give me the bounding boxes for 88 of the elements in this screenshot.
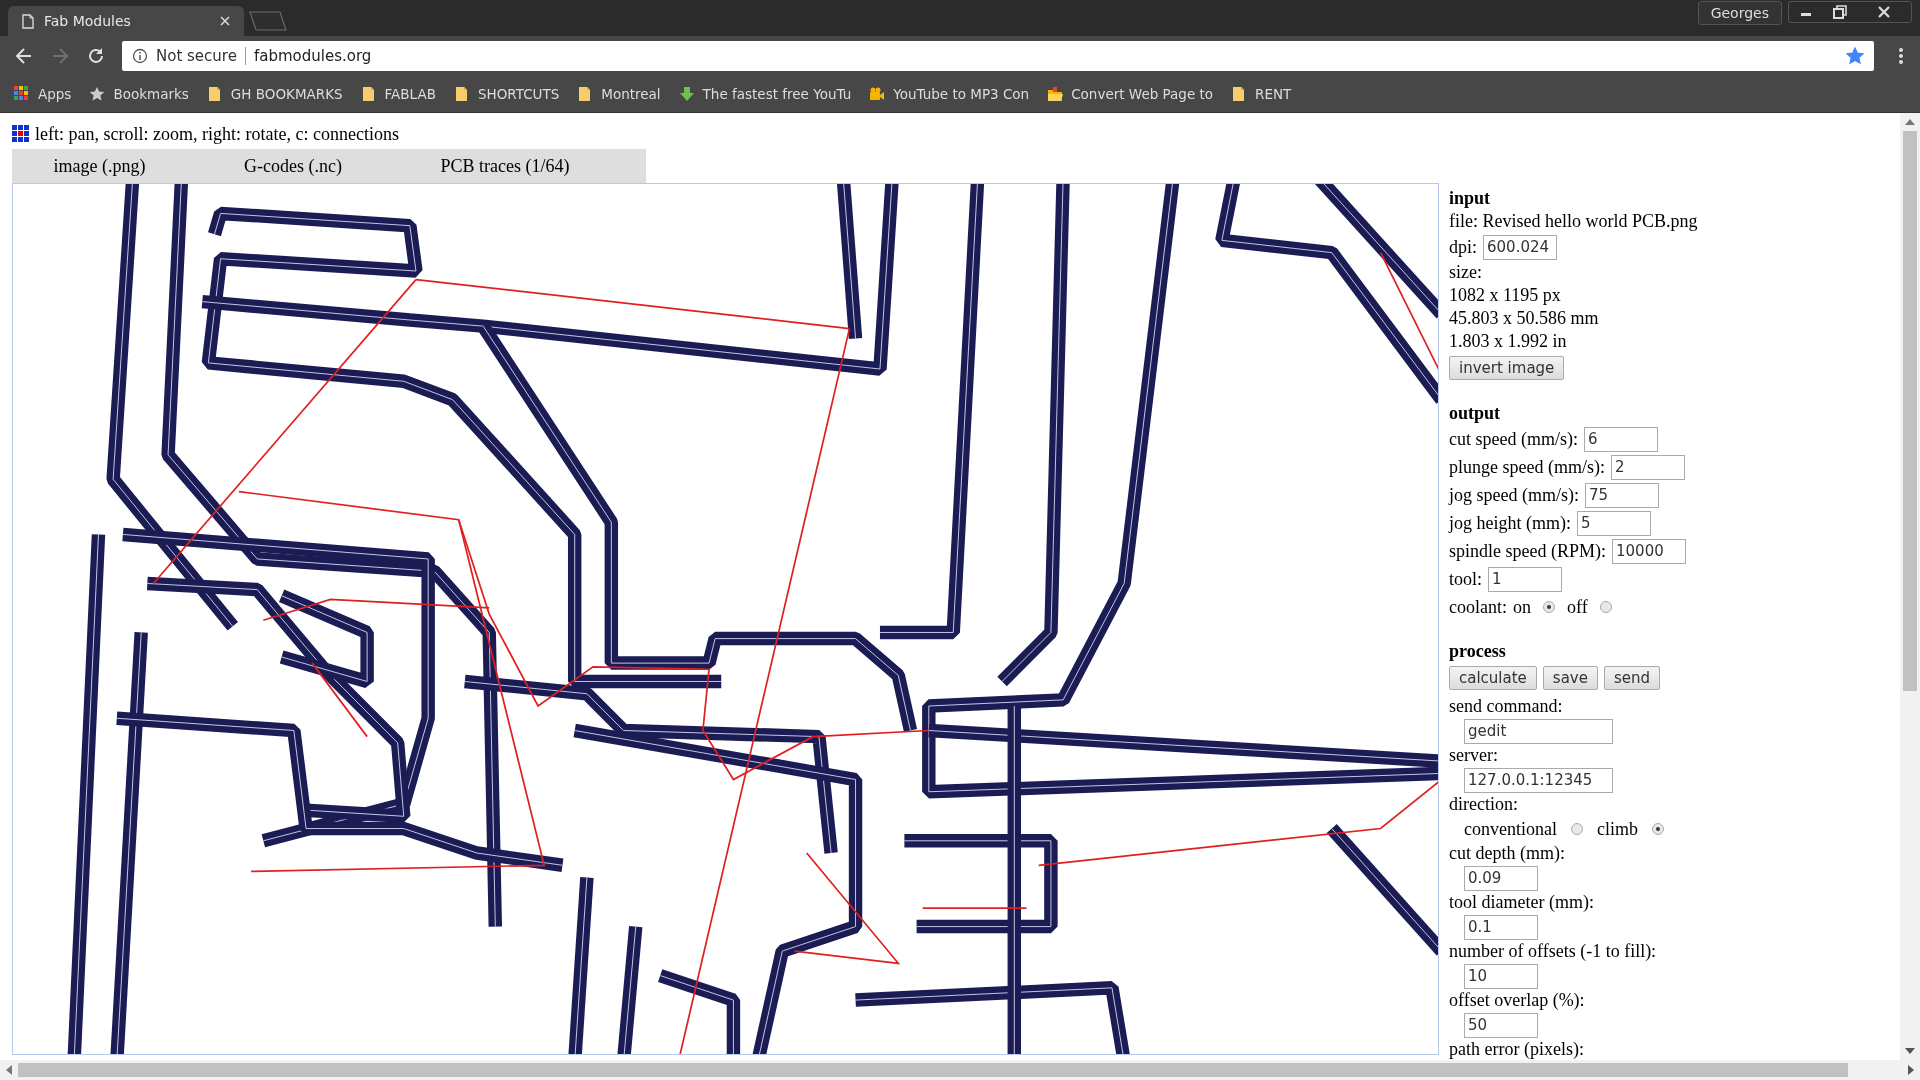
grid-logo-icon bbox=[12, 125, 30, 143]
text-field[interactable]: 10 bbox=[1464, 963, 1538, 989]
radio-button[interactable] bbox=[1599, 601, 1612, 613]
field-label: dpi: bbox=[1449, 235, 1477, 259]
bookmark-item[interactable]: Convert Web Page to bbox=[1047, 86, 1214, 102]
info-text: 45.803 x 50.586 mm bbox=[1449, 307, 1600, 330]
field-label: tool: bbox=[1449, 567, 1482, 591]
vertical-scrollbar[interactable] bbox=[1900, 113, 1920, 1060]
reload-icon[interactable] bbox=[86, 46, 106, 66]
field-label: jog height (mm): bbox=[1449, 511, 1571, 535]
field-label: offset overlap (%): bbox=[1449, 989, 1586, 1012]
browser-tab[interactable]: Fab Modules bbox=[8, 6, 244, 36]
field-label: server: bbox=[1449, 744, 1499, 767]
bookmark-item[interactable]: Bookmarks bbox=[89, 86, 189, 102]
text-field[interactable]: 0.09 bbox=[1464, 865, 1538, 891]
scroll-thumb[interactable] bbox=[18, 1063, 1848, 1077]
address-bar[interactable]: Not secure fabmodules.org bbox=[122, 41, 1874, 71]
bookmark-item[interactable]: The fastest free YouTu bbox=[678, 86, 852, 102]
panel-button[interactable]: calculate bbox=[1449, 666, 1537, 690]
text-field[interactable]: 127.0.0.1:12345 bbox=[1464, 767, 1613, 793]
field-label: cut depth (mm): bbox=[1449, 842, 1566, 865]
bookmark-item[interactable]: Montreal bbox=[577, 86, 661, 102]
option-label: off bbox=[1567, 595, 1588, 619]
bookmark-item[interactable]: YouTube to MP3 Con bbox=[869, 86, 1030, 102]
profile-button[interactable]: Georges bbox=[1697, 1, 1782, 25]
field-label: send command: bbox=[1449, 695, 1564, 718]
url-text: fabmodules.org bbox=[253, 47, 372, 65]
security-label: Not secure bbox=[156, 47, 237, 65]
field-label: cut speed (mm/s): bbox=[1449, 427, 1578, 451]
info-icon bbox=[132, 48, 148, 64]
info-text: file: Revised hello world PCB.png bbox=[1449, 210, 1698, 233]
text-field[interactable]: gedit bbox=[1464, 718, 1613, 744]
download-arrow-icon bbox=[678, 86, 695, 102]
radio-button[interactable] bbox=[1652, 823, 1664, 835]
panel-button[interactable]: save bbox=[1542, 666, 1598, 690]
back-icon[interactable] bbox=[14, 46, 34, 66]
close-icon[interactable] bbox=[220, 16, 230, 26]
radio-button[interactable] bbox=[1571, 823, 1583, 835]
info-text: 1082 x 1195 px bbox=[1449, 284, 1562, 307]
page-icon bbox=[22, 13, 34, 29]
bookmark-item[interactable]: RENT bbox=[1231, 86, 1292, 102]
radio-button[interactable] bbox=[1543, 601, 1555, 613]
field-label: direction: bbox=[1449, 793, 1519, 816]
text-field[interactable]: 5 bbox=[1577, 510, 1651, 536]
scroll-down-icon[interactable] bbox=[1905, 1048, 1915, 1054]
text-field[interactable]: 75 bbox=[1585, 482, 1659, 508]
text-field[interactable]: 50 bbox=[1464, 1012, 1538, 1038]
text-field[interactable]: 6 bbox=[1584, 426, 1658, 452]
folder-icon bbox=[1047, 86, 1064, 102]
scroll-up-icon[interactable] bbox=[1905, 119, 1915, 125]
info-text: path error (pixels): bbox=[1449, 1038, 1585, 1060]
bookmark-item[interactable]: GH BOOKMARKS bbox=[206, 86, 343, 102]
apps-icon bbox=[14, 86, 30, 102]
option-label: conventional bbox=[1464, 817, 1557, 841]
section-heading: process bbox=[1449, 640, 1507, 663]
option-label: on bbox=[1513, 595, 1531, 619]
star-icon[interactable] bbox=[1846, 47, 1864, 65]
field-label: coolant: bbox=[1449, 595, 1507, 619]
bookmark-item[interactable]: Apps bbox=[14, 86, 72, 102]
scroll-right-icon[interactable] bbox=[1908, 1065, 1914, 1075]
bookmark-item[interactable]: FABLAB bbox=[360, 86, 436, 102]
folder-icon bbox=[360, 86, 377, 102]
text-field[interactable]: 2 bbox=[1611, 454, 1685, 480]
section-heading: input bbox=[1449, 187, 1492, 210]
field-label: plunge speed (mm/s): bbox=[1449, 455, 1605, 479]
field-label: jog speed (mm/s): bbox=[1449, 483, 1579, 507]
help-text: left: pan, scroll: zoom, right: rotate, c: connections bbox=[35, 123, 399, 145]
info-text: size: bbox=[1449, 261, 1483, 284]
panel-button[interactable]: send bbox=[1603, 666, 1661, 690]
text-field[interactable]: 10000 bbox=[1612, 538, 1686, 564]
option-label: climb bbox=[1597, 817, 1638, 841]
section-heading: output bbox=[1449, 402, 1502, 425]
text-field[interactable]: 0.1 bbox=[1464, 914, 1538, 940]
video-camera-icon bbox=[869, 86, 886, 102]
scroll-thumb[interactable] bbox=[1903, 131, 1917, 691]
bookmark-item[interactable]: SHORTCUTS bbox=[453, 86, 560, 102]
info-text: 1.803 x 1.992 in bbox=[1449, 330, 1568, 353]
text-field[interactable]: 1 bbox=[1488, 566, 1562, 592]
folder-icon bbox=[453, 86, 470, 102]
scroll-left-icon[interactable] bbox=[6, 1065, 12, 1075]
folder-icon bbox=[206, 86, 223, 102]
field-label: number of offsets (-1 to fill): bbox=[1449, 940, 1658, 963]
field-label: spindle speed (RPM): bbox=[1449, 539, 1606, 563]
star-icon bbox=[89, 86, 106, 102]
field-label: tool diameter (mm): bbox=[1449, 891, 1595, 914]
text-field[interactable]: 600.024 bbox=[1483, 234, 1557, 260]
panel-button[interactable]: invert image bbox=[1449, 356, 1565, 380]
horizontal-scrollbar[interactable] bbox=[0, 1060, 1920, 1080]
